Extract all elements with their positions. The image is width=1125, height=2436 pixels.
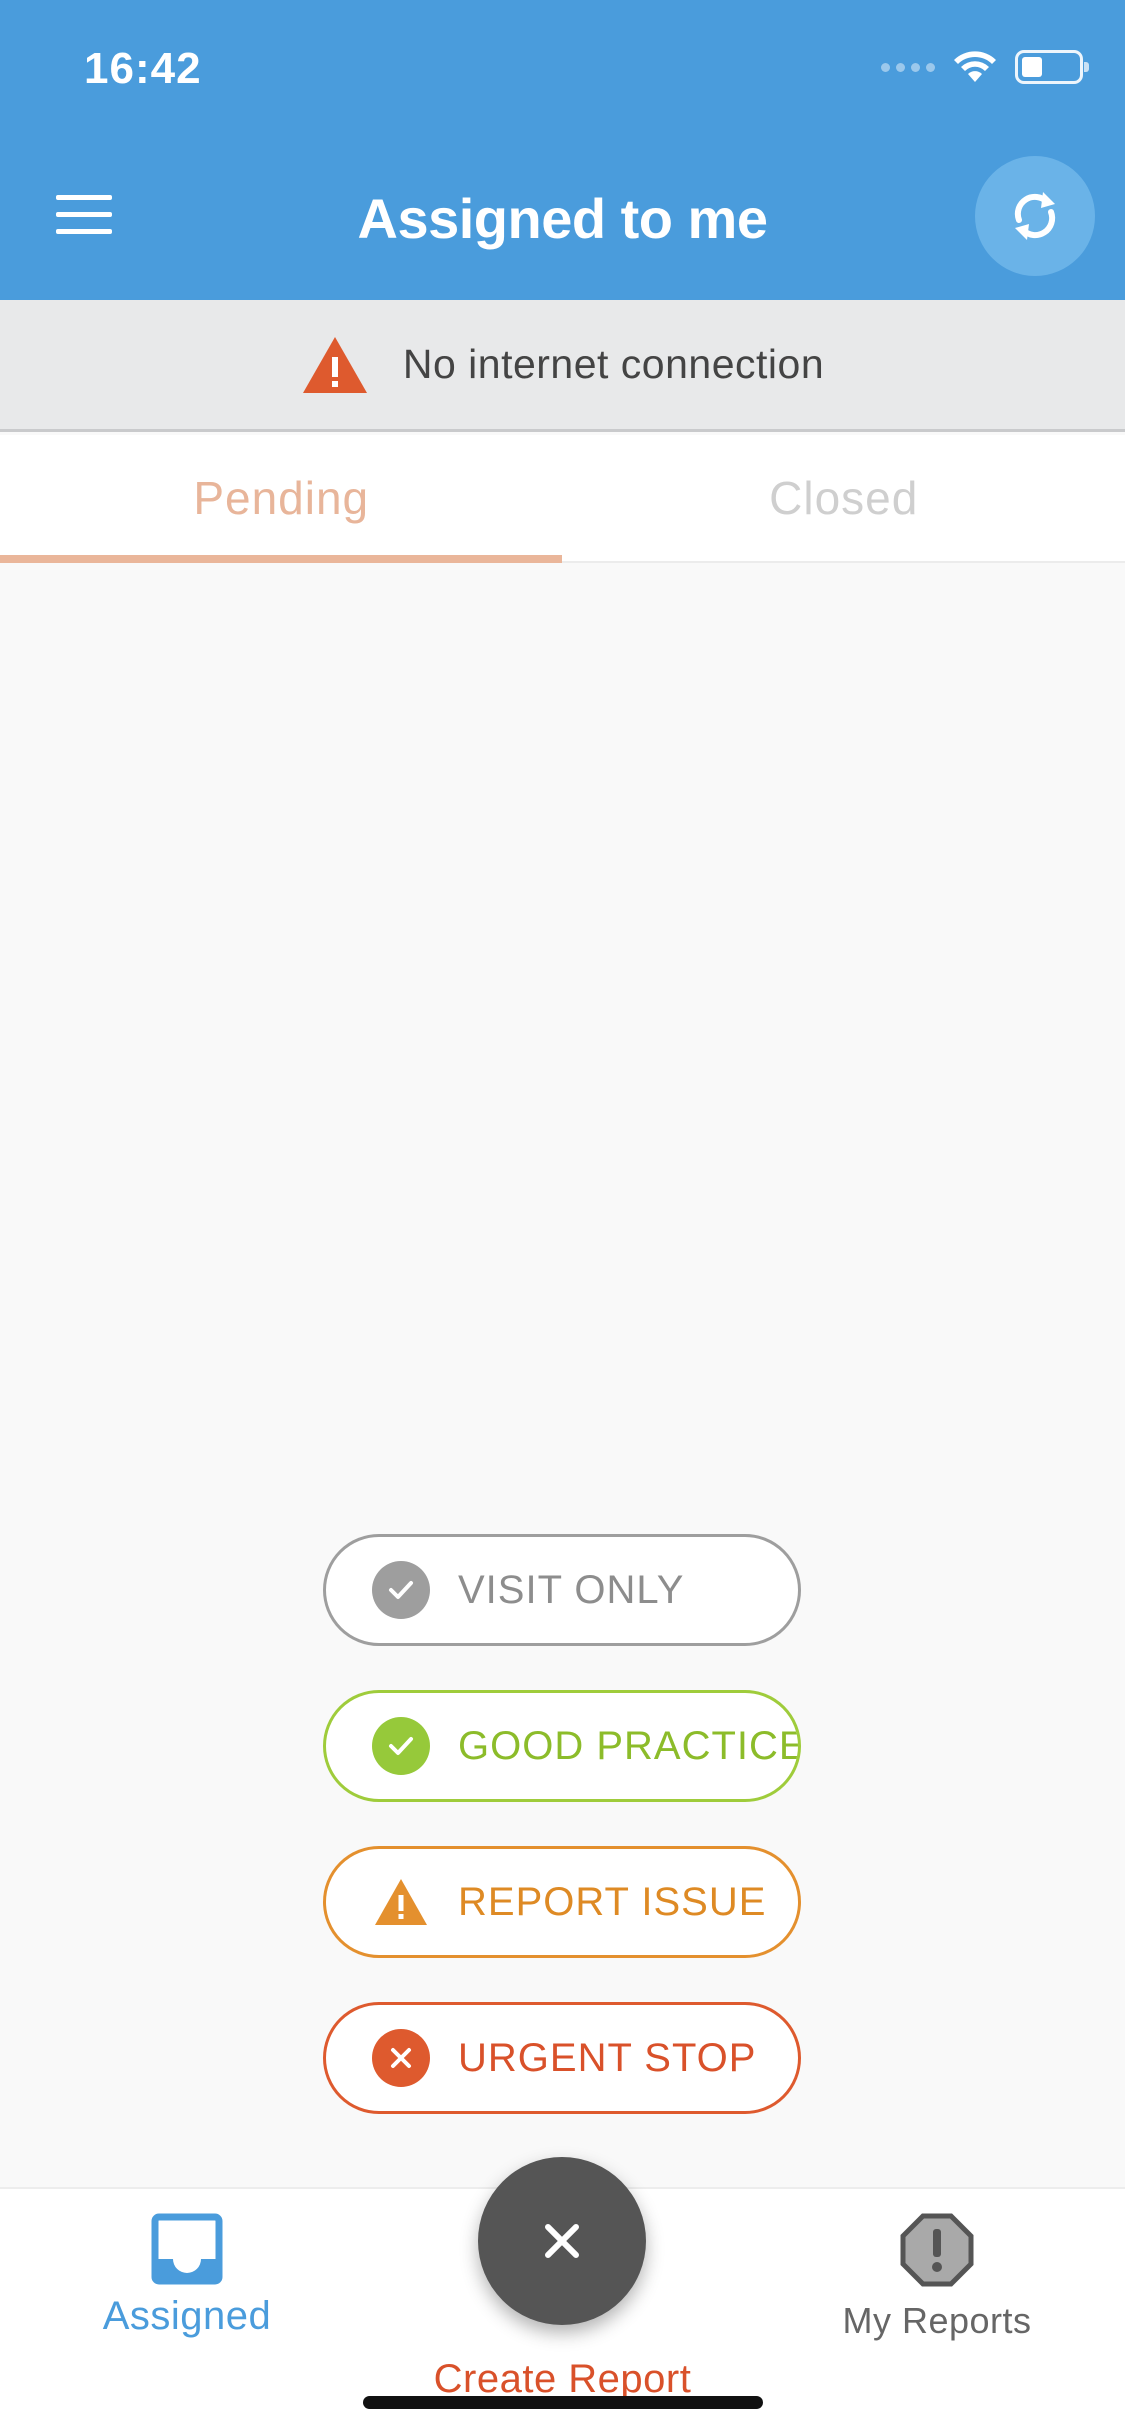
create-report-button[interactable] <box>478 2157 646 2325</box>
nav-assigned-label: Assigned <box>102 2294 272 2338</box>
app-screen: 16:42 Assigned to me No internet connect… <box>0 0 1125 2436</box>
tab-closed-label: Closed <box>769 472 919 524</box>
tab-active-indicator <box>0 555 562 563</box>
visit-only-button[interactable]: VISIT ONLY <box>323 1534 801 1646</box>
check-circle-icon <box>372 1717 430 1775</box>
report-issue-label: REPORT ISSUE <box>458 1879 767 1924</box>
app-header: 16:42 Assigned to me <box>0 0 1125 300</box>
check-circle-icon <box>372 1561 430 1619</box>
warning-triangle-icon <box>372 1873 430 1931</box>
good-practice-button[interactable]: GOOD PRACTICE <box>323 1690 801 1802</box>
nav-my-reports[interactable]: My Reports <box>830 2213 1044 2342</box>
tab-pending-label: Pending <box>193 472 370 524</box>
close-icon <box>545 2224 579 2258</box>
offline-message: No internet connection <box>402 341 825 387</box>
battery-icon <box>1015 50 1089 84</box>
report-issue-button[interactable]: REPORT ISSUE <box>323 1846 801 1958</box>
tab-pending[interactable]: Pending <box>0 435 563 563</box>
sync-button[interactable] <box>975 156 1095 276</box>
nav-assigned[interactable]: Assigned <box>92 2213 282 2339</box>
wifi-icon <box>954 51 996 82</box>
urgent-stop-label: URGENT STOP <box>458 2035 757 2080</box>
inbox-icon <box>151 2213 223 2285</box>
visit-only-label: VISIT ONLY <box>458 1567 685 1612</box>
urgent-stop-button[interactable]: URGENT STOP <box>323 2002 801 2114</box>
alert-octagon-icon <box>900 2213 974 2287</box>
close-circle-icon <box>372 2029 430 2087</box>
good-practice-label: GOOD PRACTICE <box>458 1723 801 1768</box>
status-time: 16:42 <box>84 44 202 93</box>
status-icons <box>881 50 1089 84</box>
status-tabs: Pending Closed <box>0 435 1125 563</box>
home-indicator[interactable] <box>363 2396 763 2409</box>
cellular-signal-icon <box>881 62 935 72</box>
nav-my-reports-label: My Reports <box>842 2300 1032 2341</box>
warning-triangle-icon <box>302 336 367 393</box>
offline-banner: No internet connection <box>0 300 1125 432</box>
tab-closed[interactable]: Closed <box>563 435 1125 561</box>
sync-icon <box>1014 192 1056 240</box>
page-title: Assigned to me <box>357 187 768 250</box>
